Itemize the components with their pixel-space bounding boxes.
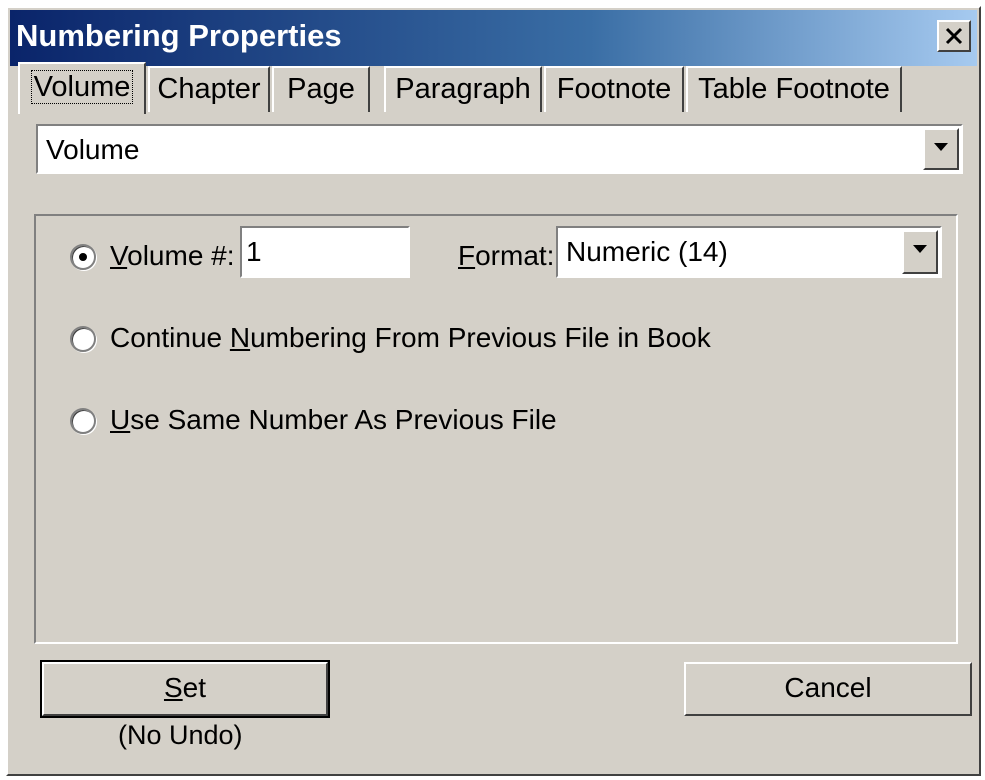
format-dropdown-button[interactable] xyxy=(902,230,938,274)
same-number-label: Use Same Number As Previous File xyxy=(110,404,557,435)
numbering-type-value: Volume xyxy=(46,134,140,165)
format-value: Numeric (14) xyxy=(566,236,728,267)
chevron-down-icon xyxy=(913,245,927,253)
tab-chapter[interactable]: Chapter xyxy=(148,66,270,112)
close-button[interactable] xyxy=(937,20,971,52)
radio-selected-dot xyxy=(79,253,87,261)
tab-page[interactable]: Page xyxy=(272,66,370,112)
continue-numbering-label: Continue Numbering From Previous File in… xyxy=(110,322,711,353)
tab-paragraph[interactable]: Paragraph xyxy=(384,66,542,112)
tab-label: Chapter xyxy=(157,73,261,105)
tab-table-footnote[interactable]: Table Footnote xyxy=(686,66,902,112)
close-icon xyxy=(945,27,963,45)
numbering-type-select[interactable]: Volume xyxy=(36,124,963,174)
no-undo-note: (No Undo) xyxy=(118,720,243,750)
tab-label: Volume xyxy=(30,70,134,104)
tab-label: Footnote xyxy=(556,73,672,105)
tab-volume[interactable]: Volume xyxy=(18,62,146,114)
tab-label: Page xyxy=(287,73,355,105)
numbering-type-dropdown-button[interactable] xyxy=(923,128,959,170)
cancel-button[interactable]: Cancel xyxy=(684,662,972,716)
format-label: Format: xyxy=(458,240,555,271)
format-select[interactable]: Numeric (14) xyxy=(556,226,942,278)
volume-number-radio[interactable] xyxy=(70,244,96,270)
volume-number-input[interactable] xyxy=(240,226,410,278)
window-title: Numbering Properties xyxy=(16,18,342,53)
title-bar: Numbering Properties xyxy=(10,10,977,66)
set-button[interactable]: Set xyxy=(40,660,330,718)
chevron-down-icon xyxy=(934,143,948,151)
tab-footnote[interactable]: Footnote xyxy=(544,66,684,112)
continue-numbering-radio[interactable] xyxy=(70,326,96,352)
volume-number-label: Volume #: xyxy=(110,240,235,271)
tab-label: Paragraph xyxy=(395,73,531,105)
same-number-radio[interactable] xyxy=(70,408,96,434)
tab-label: Table Footnote xyxy=(698,73,890,105)
